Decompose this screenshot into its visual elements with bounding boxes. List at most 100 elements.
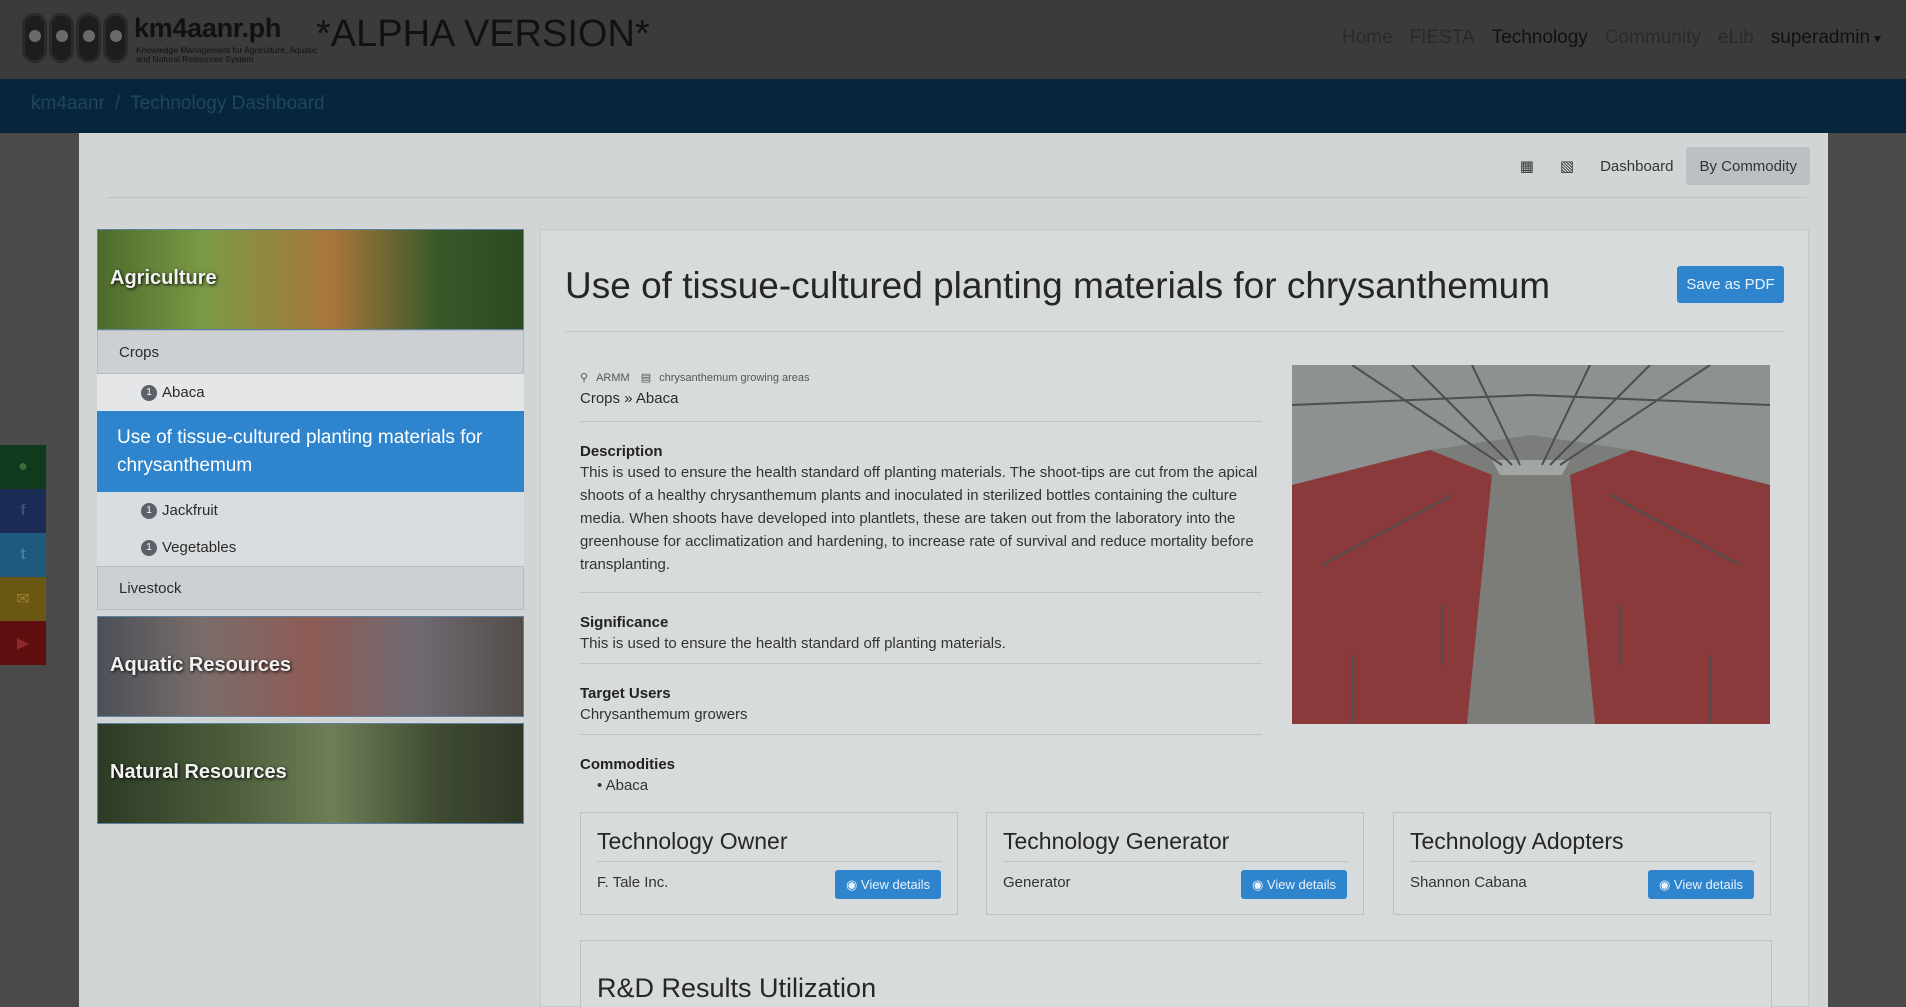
calendar-icon: ▤ xyxy=(640,372,652,384)
adopters-heading: Technology Adopters xyxy=(1410,828,1624,854)
divider xyxy=(580,734,1262,735)
commodity-path: Crops » Abaca xyxy=(580,390,678,407)
divider xyxy=(580,592,1262,593)
nav-fiesta[interactable]: FIESTA xyxy=(1410,27,1475,49)
technology-owner-box: Technology Owner F. Tale Inc. ◉ View det… xyxy=(580,812,958,915)
natural-label: Natural Resources xyxy=(110,761,287,783)
site-logo[interactable]: km4aanr.ph Knowledge Management for Agri… xyxy=(22,13,317,64)
rd-results-box: R&D Results Utilization xyxy=(580,940,1772,1007)
divider xyxy=(597,861,942,862)
view-toolbar: ▦ ▧ Dashboard By Commodity xyxy=(1507,147,1810,185)
youtube-icon[interactable]: ▶ xyxy=(0,621,46,665)
button-label: View details xyxy=(1266,877,1337,892)
breadcrumb: km4aanr / Technology Dashboard xyxy=(31,93,325,115)
button-label: View details xyxy=(860,877,931,892)
target-users-text: Chrysanthemum growers xyxy=(580,706,748,723)
technology-adopters-box: Technology Adopters Shannon Cabana ◉ Vie… xyxy=(1393,812,1771,915)
breadcrumb-current: Technology Dashboard xyxy=(130,93,325,114)
target-users-heading: Target Users xyxy=(580,685,671,702)
commodity-list-item: • Abaca xyxy=(597,777,649,794)
count-badge: 1 xyxy=(141,384,157,401)
nav-community[interactable]: Community xyxy=(1605,27,1701,49)
dashboard-button[interactable]: Dashboard xyxy=(1587,147,1686,185)
map-marker-icon: ⚲ xyxy=(580,372,589,384)
region-label: ARMM xyxy=(596,372,630,384)
sidebar-item-abaca[interactable]: 1 Abaca xyxy=(97,374,524,411)
count-badge: 1 xyxy=(141,539,157,556)
technology-meta: ⚲ ARMM ▤ chrysanthemum growing areas xyxy=(580,371,818,384)
divider xyxy=(580,421,1262,422)
sidebar-item-label: Abaca xyxy=(162,384,205,401)
sidebar-item-label: Vegetables xyxy=(162,539,237,556)
save-as-pdf-button[interactable]: Save as PDF xyxy=(1677,266,1784,303)
owner-heading: Technology Owner xyxy=(597,828,788,854)
commodity-sidebar: Agriculture Crops 1 Abaca Use of tissue-… xyxy=(97,229,524,824)
nav-home[interactable]: Home xyxy=(1342,27,1393,49)
commodities-heading: Commodities xyxy=(580,756,676,773)
facebook-icon[interactable]: f xyxy=(0,489,46,533)
adopters-value: Shannon Cabana xyxy=(1410,874,1527,891)
email-icon[interactable]: ✉ xyxy=(0,577,46,621)
generator-value: Generator xyxy=(1003,874,1071,891)
breadcrumb-separator: / xyxy=(114,93,121,114)
generator-heading: Technology Generator xyxy=(1003,828,1230,854)
sidebar-item-vegetables[interactable]: 1 Vegetables xyxy=(97,529,524,566)
owner-view-details-button[interactable]: ◉ View details xyxy=(835,870,941,899)
eye-icon: ◉ xyxy=(1251,876,1267,892)
owner-value: F. Tale Inc. xyxy=(597,874,669,891)
divider xyxy=(580,663,1262,664)
sidebar-item-crops[interactable]: Crops xyxy=(97,330,524,374)
commodity-name: Abaca xyxy=(605,777,649,794)
divider xyxy=(565,331,1785,332)
technology-generator-box: Technology Generator Generator ◉ View de… xyxy=(986,812,1364,915)
sidebar-item-label: Jackfruit xyxy=(162,502,218,519)
table-view-button[interactable]: ▧ xyxy=(1547,147,1587,185)
sidebar-item-selected-technology[interactable]: Use of tissue-cultured planting material… xyxy=(97,411,524,492)
site-subtitle: Knowledge Management for Agriculture, Aq… xyxy=(136,45,318,64)
logo-icon xyxy=(22,13,128,63)
button-label: View details xyxy=(1673,877,1744,892)
user-menu[interactable]: superadmin xyxy=(1771,27,1881,49)
site-title: km4aanr.ph xyxy=(134,13,282,43)
divider xyxy=(107,197,1807,198)
by-commodity-button[interactable]: By Commodity xyxy=(1686,147,1810,185)
twitter-icon[interactable]: t xyxy=(0,533,46,577)
description-text: This is used to ensure the health standa… xyxy=(580,464,1258,573)
nav-elib[interactable]: eLib xyxy=(1718,27,1754,49)
rd-results-heading: R&D Results Utilization xyxy=(597,973,877,1003)
nav-technology[interactable]: Technology xyxy=(1492,27,1588,49)
grid-view-button[interactable]: ▦ xyxy=(1507,147,1547,185)
technology-card: Use of tissue-cultured planting material… xyxy=(540,229,1809,1007)
area-label: chrysanthemum growing areas xyxy=(659,372,810,384)
eye-icon: ◉ xyxy=(1658,876,1674,892)
main-nav: Home FIESTA Technology Community eLib su… xyxy=(1342,27,1881,49)
breadcrumb-home[interactable]: km4aanr xyxy=(31,93,105,114)
significance-text: This is used to ensure the health standa… xyxy=(580,635,1006,652)
double-chevron-icon: » xyxy=(624,390,633,407)
significance-heading: Significance xyxy=(580,614,669,631)
path-category: Crops xyxy=(580,390,621,407)
breadcrumb-bar: km4aanr / Technology Dashboard xyxy=(0,79,1906,133)
table-icon: ▧ xyxy=(1559,158,1575,175)
logo-icon[interactable]: ● xyxy=(0,445,46,489)
agriculture-banner[interactable]: Agriculture xyxy=(97,229,524,330)
path-commodity: Abaca xyxy=(635,390,679,407)
aquatic-label: Aquatic Resources xyxy=(110,654,292,676)
divider xyxy=(1410,861,1755,862)
aquatic-resources-banner[interactable]: Aquatic Resources xyxy=(97,616,524,717)
sidebar-item-jackfruit[interactable]: 1 Jackfruit xyxy=(97,492,524,529)
social-bar: ● f t ✉ ▶ xyxy=(0,445,46,665)
agriculture-label: Agriculture xyxy=(110,267,217,289)
eye-icon: ◉ xyxy=(845,876,861,892)
greenhouse-photo xyxy=(1292,365,1770,724)
sidebar-item-livestock[interactable]: Livestock xyxy=(97,566,524,610)
description-heading: Description xyxy=(580,443,663,460)
count-badge: 1 xyxy=(141,502,157,519)
grid-icon: ▦ xyxy=(1519,158,1534,175)
adopters-view-details-button[interactable]: ◉ View details xyxy=(1648,870,1754,899)
generator-view-details-button[interactable]: ◉ View details xyxy=(1241,870,1347,899)
natural-resources-banner[interactable]: Natural Resources xyxy=(97,723,524,824)
divider xyxy=(1003,861,1348,862)
top-navbar: km4aanr.ph Knowledge Management for Agri… xyxy=(0,0,1906,79)
page-title: Use of tissue-cultured planting material… xyxy=(565,265,1551,306)
